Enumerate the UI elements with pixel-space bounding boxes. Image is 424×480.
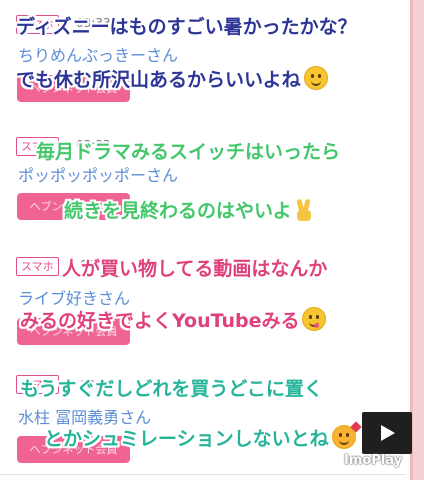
caption-line-6: みるの好きでよくYouTubeみる — [20, 306, 327, 333]
play-icon[interactable] — [362, 412, 412, 454]
caption-line-4: 続きを見終わるのはやいよ — [64, 196, 313, 223]
caption-line-2-text: でも休む所沢山あるからいいよね — [16, 69, 301, 91]
caption-line-2: でも休む所沢山あるからいいよね — [16, 65, 328, 92]
victory-hand-icon — [295, 198, 313, 221]
caption-line-3: 毎月ドラマみるスイッチはいったら — [36, 141, 341, 163]
right-edge-shade — [410, 0, 413, 480]
device-tag: スマホ — [16, 257, 59, 276]
caption-line-8-text: とかシュミレーションしないとね — [44, 428, 329, 450]
caption-line-1: ディズニーはものすごい暑かったかな？ — [16, 16, 357, 38]
user-name[interactable]: ポッポッポッポーさん — [18, 162, 178, 186]
smiling-face-icon — [303, 66, 328, 90]
caption-line-4-text: 続きを見終わるのはやいよ — [64, 200, 292, 222]
yum-face-icon — [302, 307, 327, 331]
caption-line-8: とかシュミレーションしないとね — [44, 421, 362, 451]
caption-line-7: もうすぐだしどれを買うどこに置く — [20, 378, 323, 400]
caption-line-5: 人が買い物してる動画はなんか — [62, 258, 328, 280]
play-triangle — [381, 425, 395, 441]
user-name[interactable]: ちりめんぶっきーさん — [18, 42, 178, 66]
right-edge-strip — [410, 0, 424, 480]
watermark: ImoPlay — [344, 453, 403, 468]
hearts-face-icon — [331, 421, 362, 449]
caption-line-6-text: みるの好きでよくYouTubeみる — [20, 310, 300, 332]
